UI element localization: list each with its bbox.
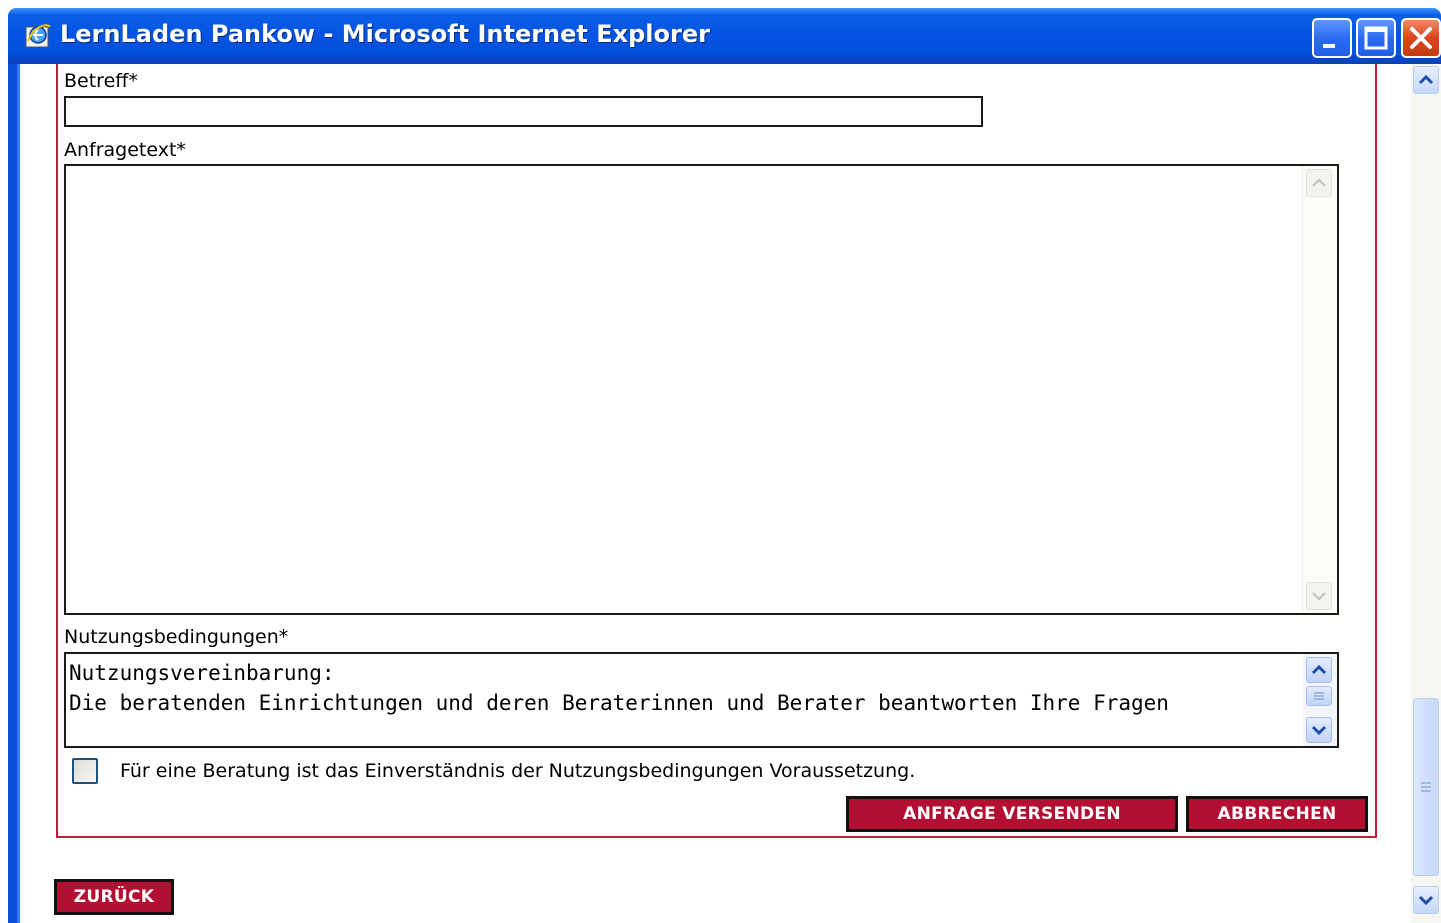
- chevron-up-icon: [1312, 178, 1326, 187]
- chevron-down-icon: [1312, 592, 1326, 601]
- page-scrollbar[interactable]: [1411, 64, 1441, 923]
- terms-textarea[interactable]: Nutzungsvereinbarung: Die beratenden Ein…: [64, 652, 1339, 748]
- grip-icon: [1421, 782, 1431, 792]
- terms-heading: Nutzungsvereinbarung:: [69, 661, 335, 685]
- minimize-button[interactable]: [1312, 18, 1352, 58]
- terms-scrollbar[interactable]: [1303, 654, 1337, 746]
- request-textarea-scrollbar[interactable]: [1302, 166, 1337, 613]
- chevron-down-icon: [1418, 895, 1434, 906]
- subject-label: Betreff*: [64, 70, 138, 92]
- grip-icon: [1314, 692, 1324, 700]
- chevron-up-icon: [1311, 664, 1327, 675]
- page-scroll-thumb[interactable]: [1413, 698, 1439, 876]
- close-button[interactable]: [1401, 18, 1441, 58]
- terms-scroll-down-button[interactable]: [1306, 717, 1332, 743]
- terms-body: Die beratenden Einrichtungen und deren B…: [69, 691, 1169, 715]
- request-scroll-up-button[interactable]: [1306, 169, 1332, 197]
- maximize-icon: [1364, 26, 1388, 50]
- subject-input[interactable]: [64, 96, 983, 127]
- terms-scroll-up-button[interactable]: [1306, 657, 1332, 683]
- page-scroll-down-button[interactable]: [1413, 886, 1439, 914]
- terms-text: Nutzungsvereinbarung: Die beratenden Ein…: [69, 658, 1289, 718]
- maximize-button[interactable]: [1356, 18, 1396, 58]
- window-titlebar[interactable]: LernLaden Pankow - Microsoft Internet Ex…: [8, 8, 1441, 64]
- chevron-up-icon: [1418, 74, 1434, 85]
- request-text-label: Anfragetext*: [64, 139, 186, 161]
- consent-text: Für eine Beratung ist das Einverständnis…: [120, 760, 916, 782]
- window-left-border: [8, 64, 20, 923]
- request-scroll-down-button[interactable]: [1306, 582, 1332, 610]
- terms-label: Nutzungsbedingungen*: [64, 626, 289, 648]
- chevron-down-icon: [1311, 725, 1327, 736]
- cancel-button[interactable]: ABBRECHEN: [1186, 796, 1368, 832]
- back-button[interactable]: ZURÜCK: [54, 879, 174, 915]
- internet-explorer-icon: [25, 24, 51, 48]
- close-icon: [1410, 27, 1432, 49]
- send-request-button[interactable]: ANFRAGE VERSENDEN: [846, 796, 1178, 832]
- request-textarea[interactable]: [64, 164, 1339, 615]
- minimize-icon: [1323, 44, 1335, 48]
- terms-scroll-thumb[interactable]: [1306, 686, 1332, 706]
- window-title: LernLaden Pankow - Microsoft Internet Ex…: [60, 20, 710, 48]
- page-scroll-up-button[interactable]: [1413, 66, 1439, 94]
- consent-checkbox[interactable]: [72, 758, 98, 784]
